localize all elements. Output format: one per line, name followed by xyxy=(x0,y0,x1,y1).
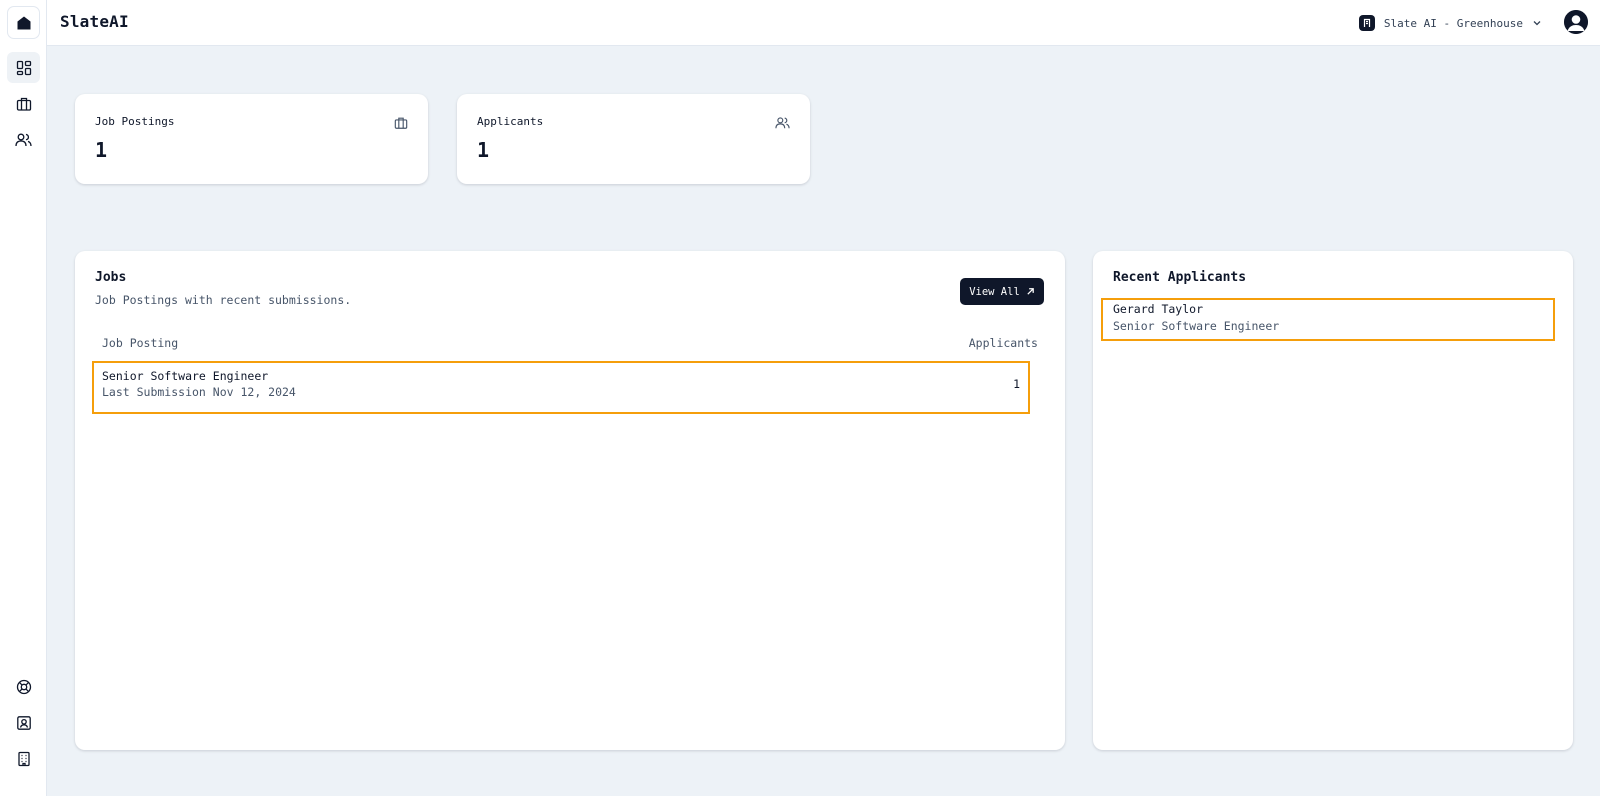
job-title: Senior Software Engineer xyxy=(102,369,269,383)
job-applicant-count: 1 xyxy=(1013,377,1020,391)
sidebar-item-jobs[interactable] xyxy=(7,88,40,119)
users-icon xyxy=(15,133,32,146)
arrow-up-right-icon xyxy=(1027,288,1034,295)
stat-value: 1 xyxy=(95,138,108,162)
org-name: Slate AI - Greenhouse xyxy=(1383,16,1523,30)
briefcase-icon xyxy=(394,115,408,134)
app-brand[interactable]: SlateAI xyxy=(60,12,129,31)
sidebar-item-contacts[interactable] xyxy=(7,707,40,738)
stat-title: Applicants xyxy=(477,115,544,128)
stat-value: 1 xyxy=(477,138,490,162)
sidebar-item-company[interactable] xyxy=(7,743,40,774)
org-badge-icon xyxy=(1358,15,1375,31)
stat-title: Job Postings xyxy=(95,115,175,128)
top-bar: SlateAI Slate AI - Greenhouse xyxy=(47,0,1600,46)
view-all-button[interactable]: View All xyxy=(960,278,1044,305)
applicant-role: Senior Software Engineer xyxy=(1113,319,1280,333)
home-icon xyxy=(17,16,30,29)
users-icon xyxy=(775,115,790,134)
applicant-name: Gerard Taylor xyxy=(1113,302,1204,316)
stat-card-applicants: Applicants 1 xyxy=(457,94,810,184)
sidebar-item-applicants[interactable] xyxy=(7,124,40,155)
recent-applicants-title: Recent Applicants xyxy=(1113,270,1247,285)
dashboard-icon xyxy=(16,60,31,75)
building-icon xyxy=(17,751,30,766)
stat-card-job-postings: Job Postings 1 xyxy=(75,94,428,184)
sidebar-item-dashboard[interactable] xyxy=(7,52,40,83)
list-item[interactable]: Gerard Taylor Senior Software Engineer xyxy=(1101,298,1555,341)
briefcase-icon xyxy=(16,97,31,111)
sidebar xyxy=(0,0,47,796)
user-avatar-icon[interactable] xyxy=(1564,10,1588,34)
chevron-down-icon xyxy=(1533,21,1541,26)
jobs-card: Jobs Job Postings with recent submission… xyxy=(75,251,1065,750)
column-header-applicants[interactable]: Applicants xyxy=(969,336,1038,350)
sidebar-item-help[interactable] xyxy=(7,671,40,702)
org-switcher[interactable]: Slate AI - Greenhouse xyxy=(1358,12,1542,34)
recent-applicants-card: Recent Applicants Gerard Taylor Senior S… xyxy=(1093,251,1573,750)
home-logo-button[interactable] xyxy=(7,6,40,39)
contact-card-icon xyxy=(16,715,31,730)
table-row[interactable]: Senior Software Engineer Last Submission… xyxy=(92,361,1030,414)
lifebuoy-icon xyxy=(16,679,31,694)
column-header-job-posting[interactable]: Job Posting xyxy=(102,336,178,350)
jobs-subtitle: Job Postings with recent submissions. xyxy=(95,293,352,307)
jobs-title: Jobs xyxy=(95,270,127,285)
job-last-submission: Last Submission Nov 12, 2024 xyxy=(102,385,296,399)
view-all-label: View All xyxy=(969,285,1020,298)
